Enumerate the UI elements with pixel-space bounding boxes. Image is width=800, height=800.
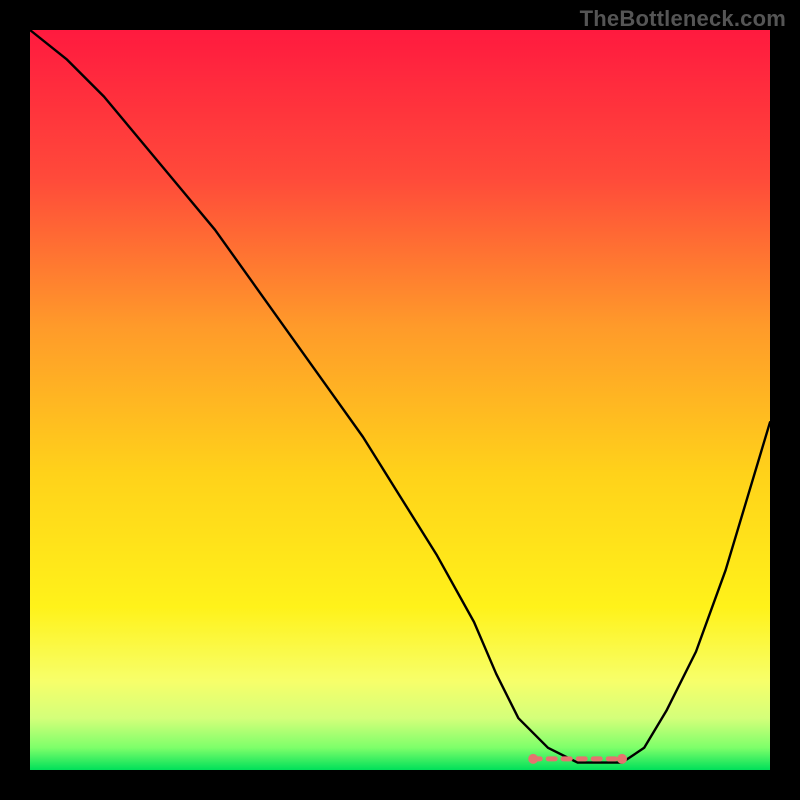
bottleneck-chart xyxy=(0,0,800,800)
chart-stage: TheBottleneck.com xyxy=(0,0,800,800)
optimal-end-dot xyxy=(617,754,627,764)
optimal-start-dot xyxy=(528,754,538,764)
watermark-text: TheBottleneck.com xyxy=(580,6,786,32)
